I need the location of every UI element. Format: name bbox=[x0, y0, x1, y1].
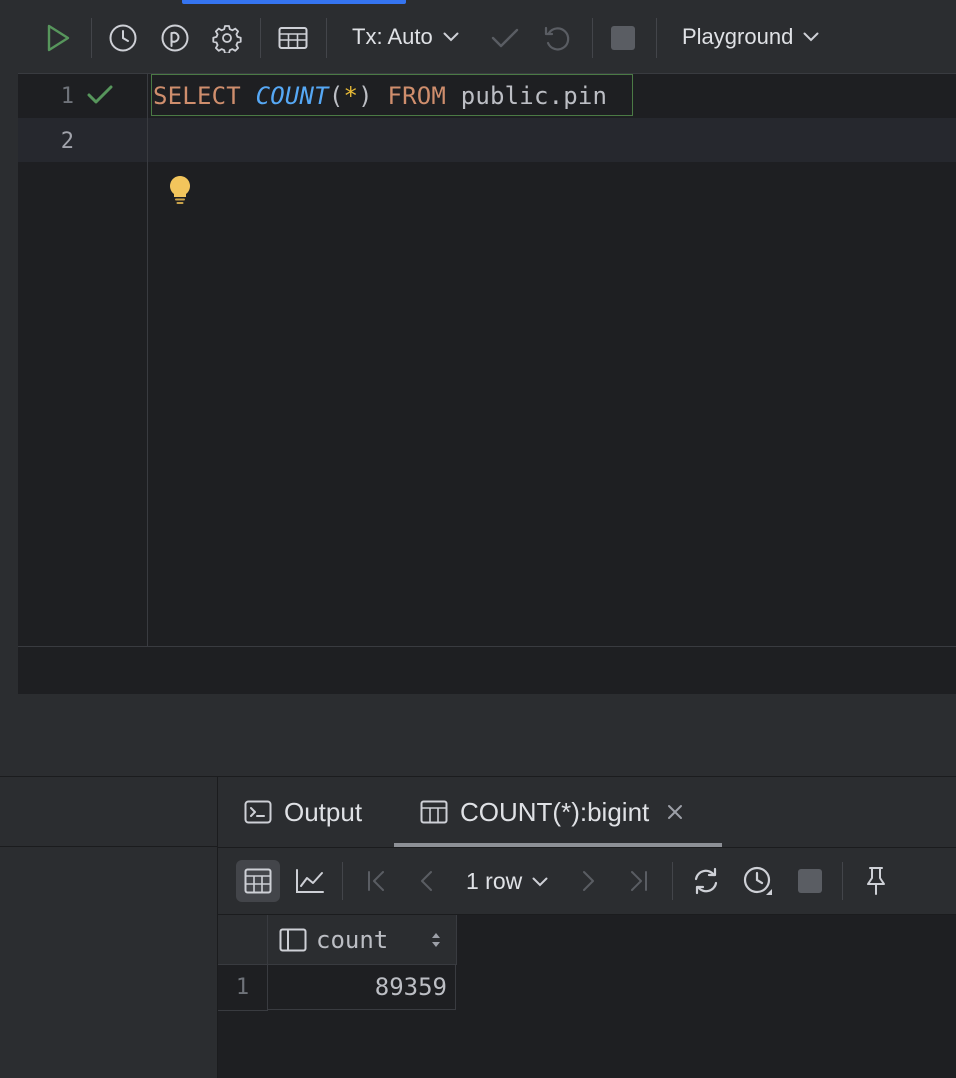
grid-corner[interactable] bbox=[218, 915, 268, 965]
active-tab-indicator bbox=[182, 0, 406, 4]
table-icon bbox=[420, 800, 448, 824]
prev-page-button[interactable] bbox=[405, 860, 449, 902]
pin-icon bbox=[863, 866, 889, 896]
stop-button[interactable] bbox=[604, 19, 642, 57]
next-page-icon bbox=[578, 869, 598, 893]
tx-mode-dropdown[interactable]: Tx: Auto bbox=[352, 24, 459, 50]
schema-label: Playground bbox=[682, 24, 794, 49]
close-paren: ) bbox=[358, 82, 373, 110]
bulb-icon[interactable] bbox=[167, 174, 193, 206]
parameters-button[interactable] bbox=[156, 19, 194, 57]
column-header-count[interactable]: count bbox=[268, 915, 457, 965]
grid-icon bbox=[244, 868, 272, 894]
table-icon bbox=[278, 26, 308, 50]
tab-output[interactable]: Output bbox=[244, 777, 362, 847]
current-line-highlight bbox=[148, 118, 956, 162]
side-panel-divider bbox=[0, 846, 217, 847]
table-cell[interactable]: 89359 bbox=[268, 965, 456, 1010]
settings-button[interactable] bbox=[208, 19, 246, 57]
sql-statement[interactable]: SELECT COUNT(*) FROM public.pin bbox=[153, 82, 607, 110]
tab-result-count[interactable]: COUNT(*):bigint bbox=[420, 777, 683, 847]
row-count-label: 1 row bbox=[466, 868, 523, 894]
chevron-down-icon bbox=[803, 32, 819, 42]
star-token: * bbox=[343, 82, 359, 110]
parameters-icon bbox=[160, 23, 190, 53]
sort-icon[interactable] bbox=[430, 931, 442, 949]
rollback-button[interactable] bbox=[538, 19, 576, 57]
stop-icon bbox=[797, 868, 823, 894]
line-number: 2 bbox=[60, 129, 74, 154]
open-paren: ( bbox=[328, 82, 344, 110]
editor-toolbar: Tx: Auto Playground bbox=[18, 0, 956, 74]
last-page-icon bbox=[626, 869, 650, 893]
results-tabbar: Output COUNT(*):bigint bbox=[218, 777, 956, 848]
first-page-button[interactable] bbox=[355, 860, 399, 902]
stop-query-button[interactable] bbox=[788, 860, 832, 902]
clock-icon bbox=[742, 865, 774, 897]
console-icon bbox=[244, 800, 272, 824]
row-number: 1 bbox=[218, 965, 268, 1011]
chevron-down-icon bbox=[443, 32, 459, 42]
panel-splitter[interactable] bbox=[0, 694, 956, 777]
history-icon bbox=[108, 23, 138, 53]
last-page-button[interactable] bbox=[616, 860, 660, 902]
schema-dropdown[interactable]: Playground bbox=[682, 24, 819, 50]
chart-icon bbox=[295, 868, 325, 894]
rollback-icon bbox=[543, 24, 571, 52]
prev-page-icon bbox=[417, 869, 437, 893]
function-count: COUNT bbox=[255, 82, 329, 110]
run-icon bbox=[45, 24, 71, 52]
keyword-from: FROM bbox=[387, 82, 447, 110]
commit-button[interactable] bbox=[486, 19, 524, 57]
check-icon bbox=[87, 84, 113, 106]
page-size-dropdown[interactable]: 1 row bbox=[466, 868, 548, 895]
pin-tab-button[interactable] bbox=[854, 860, 898, 902]
column-header-label: count bbox=[316, 925, 389, 954]
auto-refresh-button[interactable] bbox=[736, 860, 780, 902]
chevron-down-icon bbox=[532, 877, 548, 887]
table-identifier: public.pin bbox=[460, 82, 608, 110]
column-icon bbox=[279, 928, 307, 952]
chart-view-button[interactable] bbox=[288, 860, 332, 902]
table-view-button[interactable] bbox=[274, 19, 312, 57]
services-side-panel bbox=[0, 777, 218, 1078]
commit-icon bbox=[491, 27, 519, 49]
grid-view-button[interactable] bbox=[236, 860, 280, 902]
tab-result-label: COUNT(*):bigint bbox=[460, 796, 650, 827]
keyword-select: SELECT bbox=[153, 82, 241, 110]
refresh-button[interactable] bbox=[684, 860, 728, 902]
editor-status-area bbox=[18, 646, 956, 695]
tx-mode-label: Tx: Auto bbox=[352, 24, 433, 49]
run-button[interactable] bbox=[39, 19, 77, 57]
refresh-icon bbox=[690, 867, 722, 895]
next-page-button[interactable] bbox=[566, 860, 610, 902]
selected-tab-underline bbox=[394, 843, 722, 847]
tab-output-label: Output bbox=[284, 796, 363, 827]
history-button[interactable] bbox=[104, 19, 142, 57]
line-number: 1 bbox=[60, 84, 74, 109]
results-toolbar: 1 row bbox=[218, 848, 956, 915]
settings-icon bbox=[212, 23, 242, 53]
close-icon[interactable] bbox=[667, 804, 683, 820]
stop-icon bbox=[610, 25, 636, 51]
first-page-icon bbox=[365, 869, 389, 893]
